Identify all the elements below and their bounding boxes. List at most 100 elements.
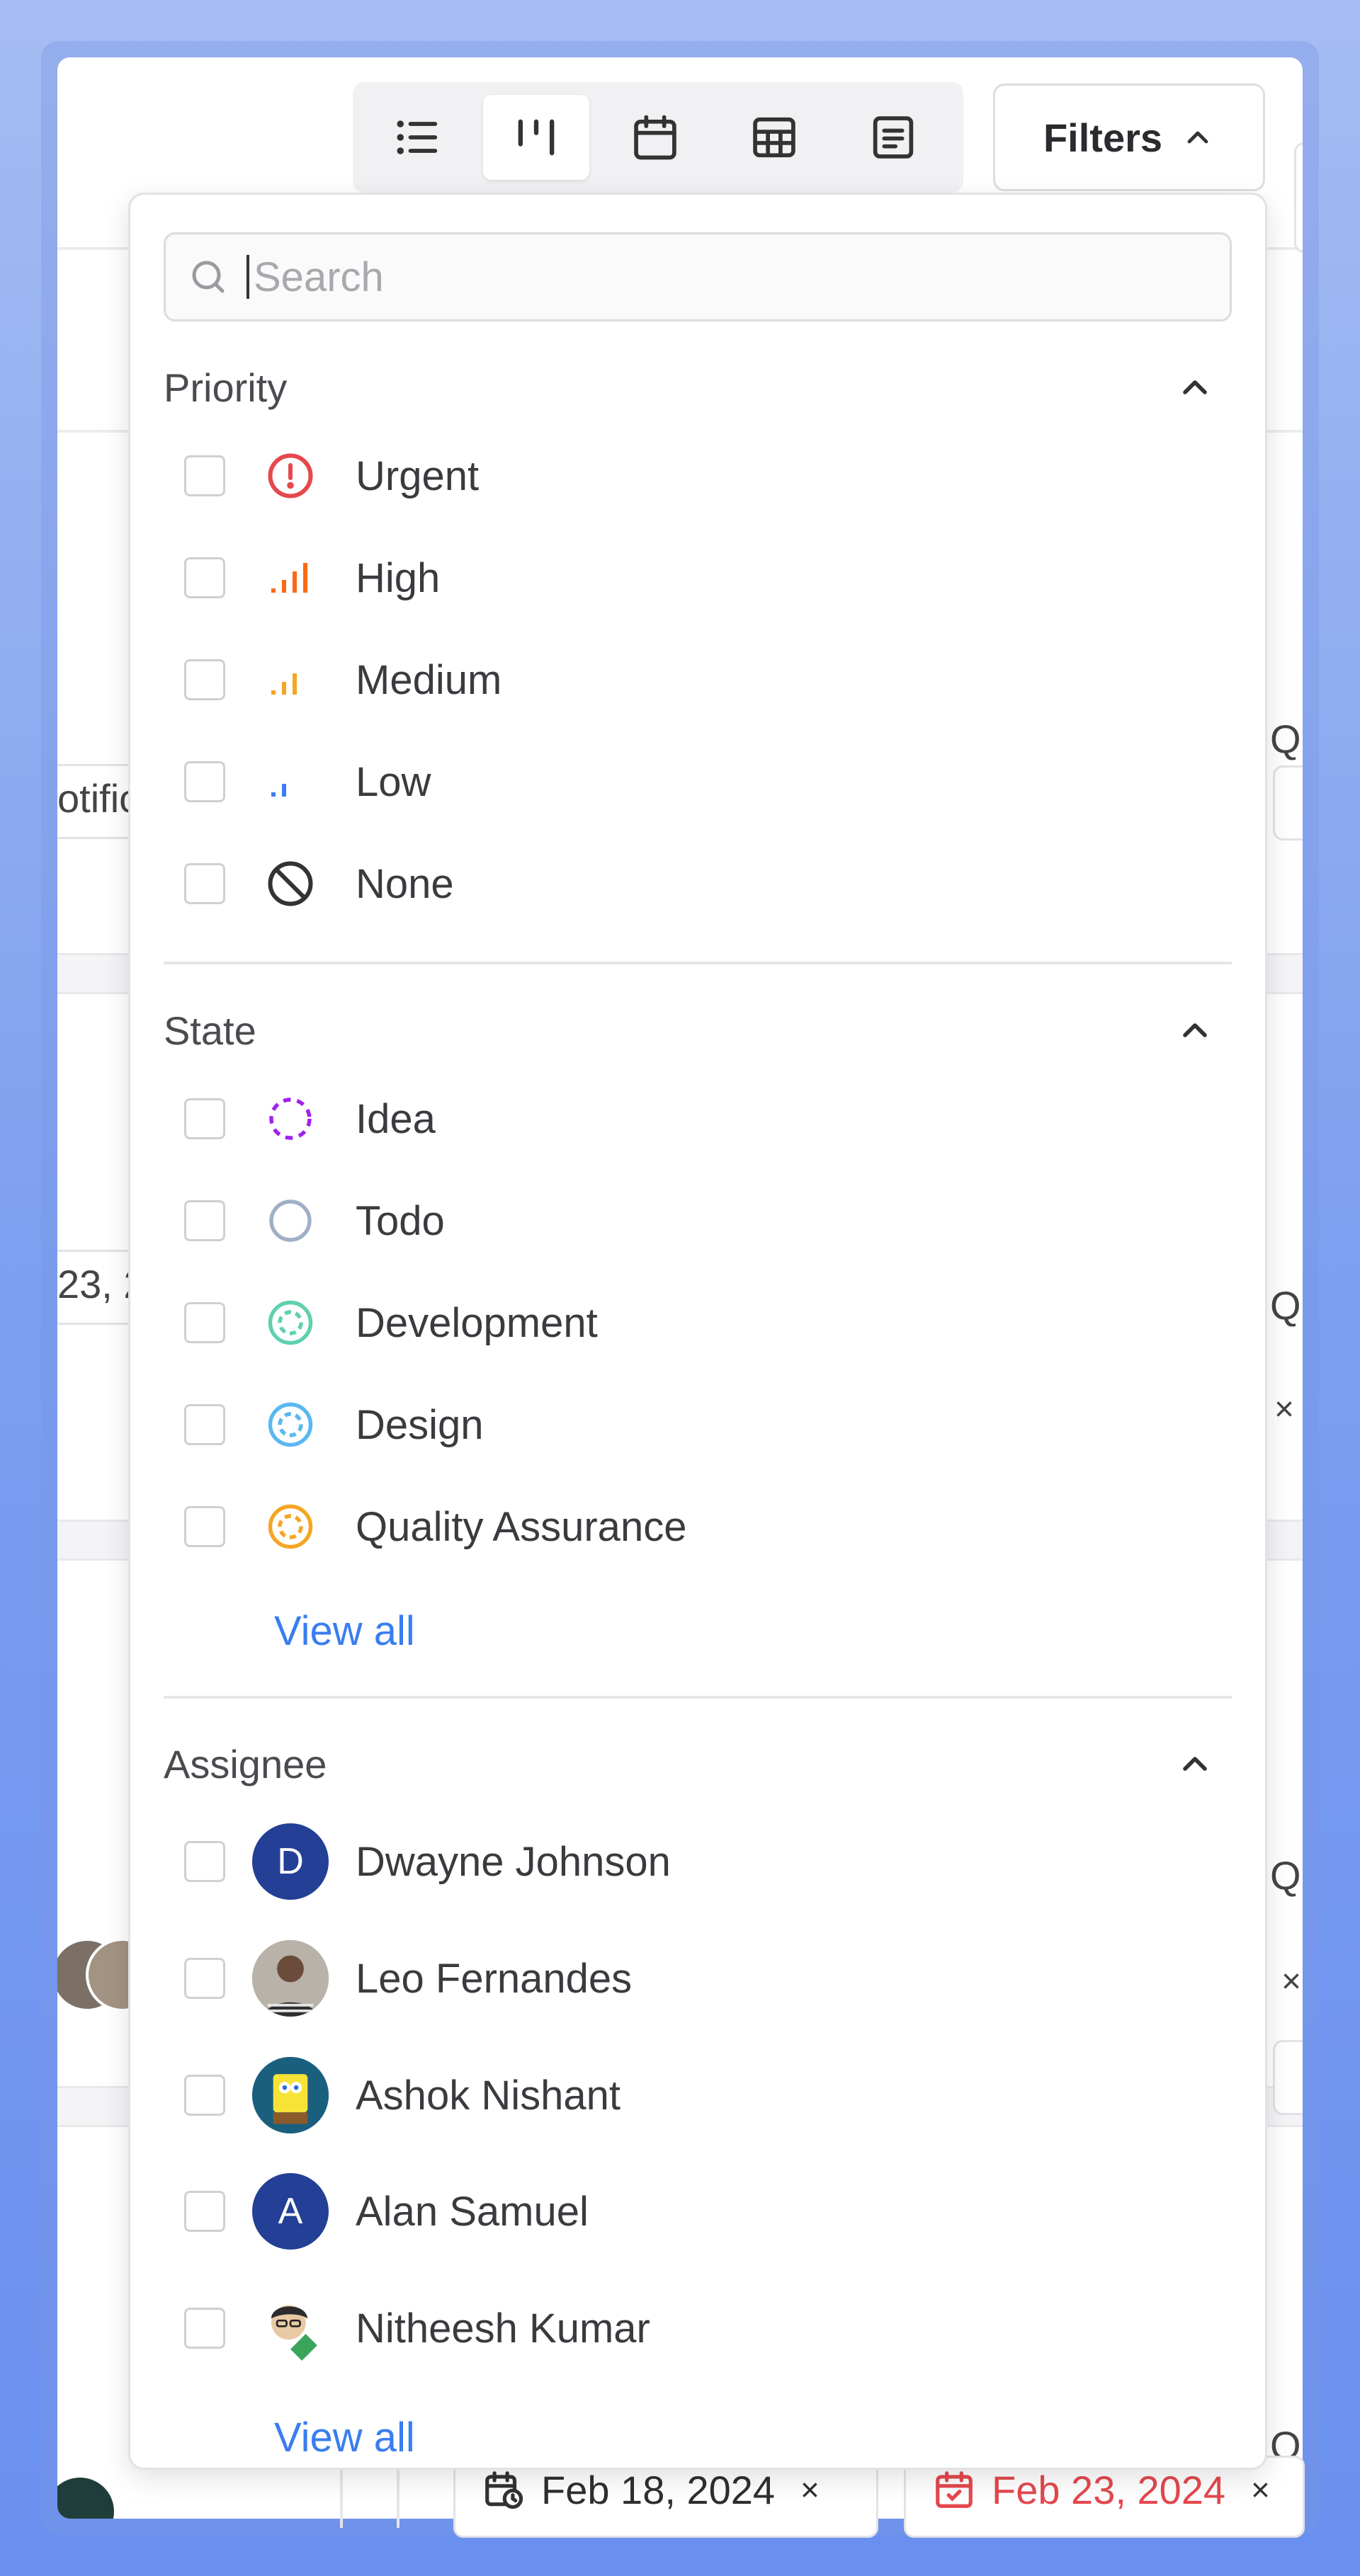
section-title: Assignee [164, 1741, 327, 1786]
priority-section-header[interactable]: Priority [164, 352, 1232, 423]
avatar [57, 2475, 117, 2519]
filters-label: Filters [1043, 115, 1163, 160]
section-title: Priority [164, 365, 288, 410]
avatar: A [252, 2173, 329, 2250]
calendar-clock-icon [485, 2471, 523, 2509]
option-label: Idea [356, 1095, 436, 1142]
calendar-view-button[interactable] [602, 95, 708, 180]
assignee-section-header[interactable]: Assignee [164, 1728, 1232, 1799]
checkbox[interactable] [184, 1302, 225, 1343]
option-label: Ashok Nishant [356, 2072, 620, 2119]
checkbox[interactable] [184, 1404, 225, 1445]
checkbox[interactable] [184, 2308, 225, 2349]
bg-spacer [57, 57, 178, 121]
checkbox[interactable] [184, 1841, 225, 1882]
checkbox[interactable] [184, 659, 225, 700]
assignee-option[interactable]: Leo Fernandes [184, 1939, 1211, 2017]
board-icon [518, 119, 555, 156]
assignee-option[interactable]: A Alan Samuel [184, 2172, 1211, 2250]
state-section-header[interactable]: State [164, 995, 1232, 1066]
chevron-up-icon[interactable] [1175, 1010, 1215, 1050]
medium-priority-icon [271, 673, 297, 695]
bg-text: Q [1270, 1853, 1301, 1898]
assignee-view-all-link[interactable]: View all [274, 2414, 415, 2461]
section-divider [164, 1696, 1232, 1699]
table-view-button[interactable] [721, 95, 827, 180]
option-label: Urgent [356, 452, 480, 499]
sponge-character-icon [252, 2057, 329, 2133]
close-icon[interactable]: × [800, 2470, 820, 2509]
avatar [252, 2290, 329, 2366]
idea-state-icon [269, 1098, 312, 1140]
calendar-icon [634, 115, 676, 160]
checkbox[interactable] [184, 1200, 225, 1241]
gantt-view-button[interactable] [840, 95, 946, 180]
priority-option-none[interactable]: None [184, 845, 1211, 923]
priority-option-urgent[interactable]: Urgent [184, 437, 1211, 515]
list-view-button[interactable] [364, 95, 470, 180]
option-label: Low [356, 758, 431, 805]
priority-option-low[interactable]: Low [184, 743, 1211, 821]
table-icon [753, 117, 795, 158]
close-icon[interactable]: × [1251, 2470, 1270, 2509]
checkbox[interactable] [184, 2191, 225, 2232]
state-view-all-link[interactable]: View all [274, 1607, 415, 1655]
option-label: Development [356, 1299, 598, 1346]
board-view-button[interactable] [483, 95, 589, 180]
bg-field [1273, 2040, 1303, 2115]
gantt-icon [873, 116, 914, 159]
section-divider [164, 962, 1232, 964]
search-icon [192, 261, 225, 293]
state-option-design[interactable]: Design [184, 1386, 1211, 1464]
option-label: Design [356, 1401, 484, 1448]
state-option-idea[interactable]: Idea [184, 1080, 1211, 1158]
option-label: High [356, 554, 441, 601]
assignee-option[interactable]: D Dwayne Johnson [184, 1823, 1211, 1900]
chevron-up-icon [1187, 131, 1208, 144]
avatar [252, 1940, 329, 2017]
search-input[interactable] [252, 252, 1176, 302]
option-label: Medium [356, 656, 502, 703]
text-cursor [246, 255, 249, 299]
state-option-quality-assurance[interactable]: Quality Assurance [184, 1488, 1211, 1566]
checkbox[interactable] [184, 557, 225, 598]
assignee-option[interactable]: Ashok Nishant [184, 2056, 1211, 2134]
low-priority-icon [271, 784, 286, 797]
qa-state-icon [268, 1504, 313, 1549]
checkbox[interactable] [184, 1958, 225, 1999]
no-priority-icon [268, 861, 313, 906]
option-label: Quality Assurance [356, 1503, 687, 1550]
person-photo-icon [252, 1940, 329, 2017]
checkbox[interactable] [184, 2075, 225, 2116]
assignee-option[interactable]: Nitheesh Kumar [184, 2289, 1211, 2367]
start-date-label: Feb 18, 2024 [541, 2467, 776, 2512]
checkbox[interactable] [184, 863, 225, 904]
filters-button[interactable]: Filters [993, 84, 1265, 191]
checkbox[interactable] [184, 1098, 225, 1139]
bg-text: Q [1270, 1283, 1301, 1328]
filters-dropdown: Priority Urgent High Medium Low None Sta… [128, 193, 1267, 2470]
bg-text: otific [57, 776, 140, 821]
state-option-development[interactable]: Development [184, 1284, 1211, 1362]
avatar [252, 2057, 329, 2133]
bg-button [1294, 142, 1303, 253]
urgent-priority-icon [268, 453, 313, 498]
checkbox[interactable] [184, 455, 225, 496]
chevron-up-icon[interactable] [1175, 367, 1215, 407]
high-priority-icon [271, 563, 307, 593]
priority-option-high[interactable]: High [184, 539, 1211, 617]
bg-close-icon: × [1274, 1391, 1295, 1428]
option-label: None [356, 860, 454, 907]
checkbox[interactable] [184, 1506, 225, 1547]
filter-search[interactable] [164, 232, 1232, 321]
option-label: Alan Samuel [356, 2188, 589, 2235]
state-option-todo[interactable]: Todo [184, 1182, 1211, 1260]
bg-text: Q [1270, 717, 1301, 761]
chevron-up-icon[interactable] [1175, 1744, 1215, 1784]
calendar-check-icon [936, 2471, 973, 2508]
checkbox[interactable] [184, 761, 225, 802]
bg-close-icon: × [1281, 1963, 1302, 2000]
bg-field [1273, 765, 1303, 840]
priority-option-medium[interactable]: Medium [184, 641, 1211, 719]
list-icon [397, 120, 438, 154]
